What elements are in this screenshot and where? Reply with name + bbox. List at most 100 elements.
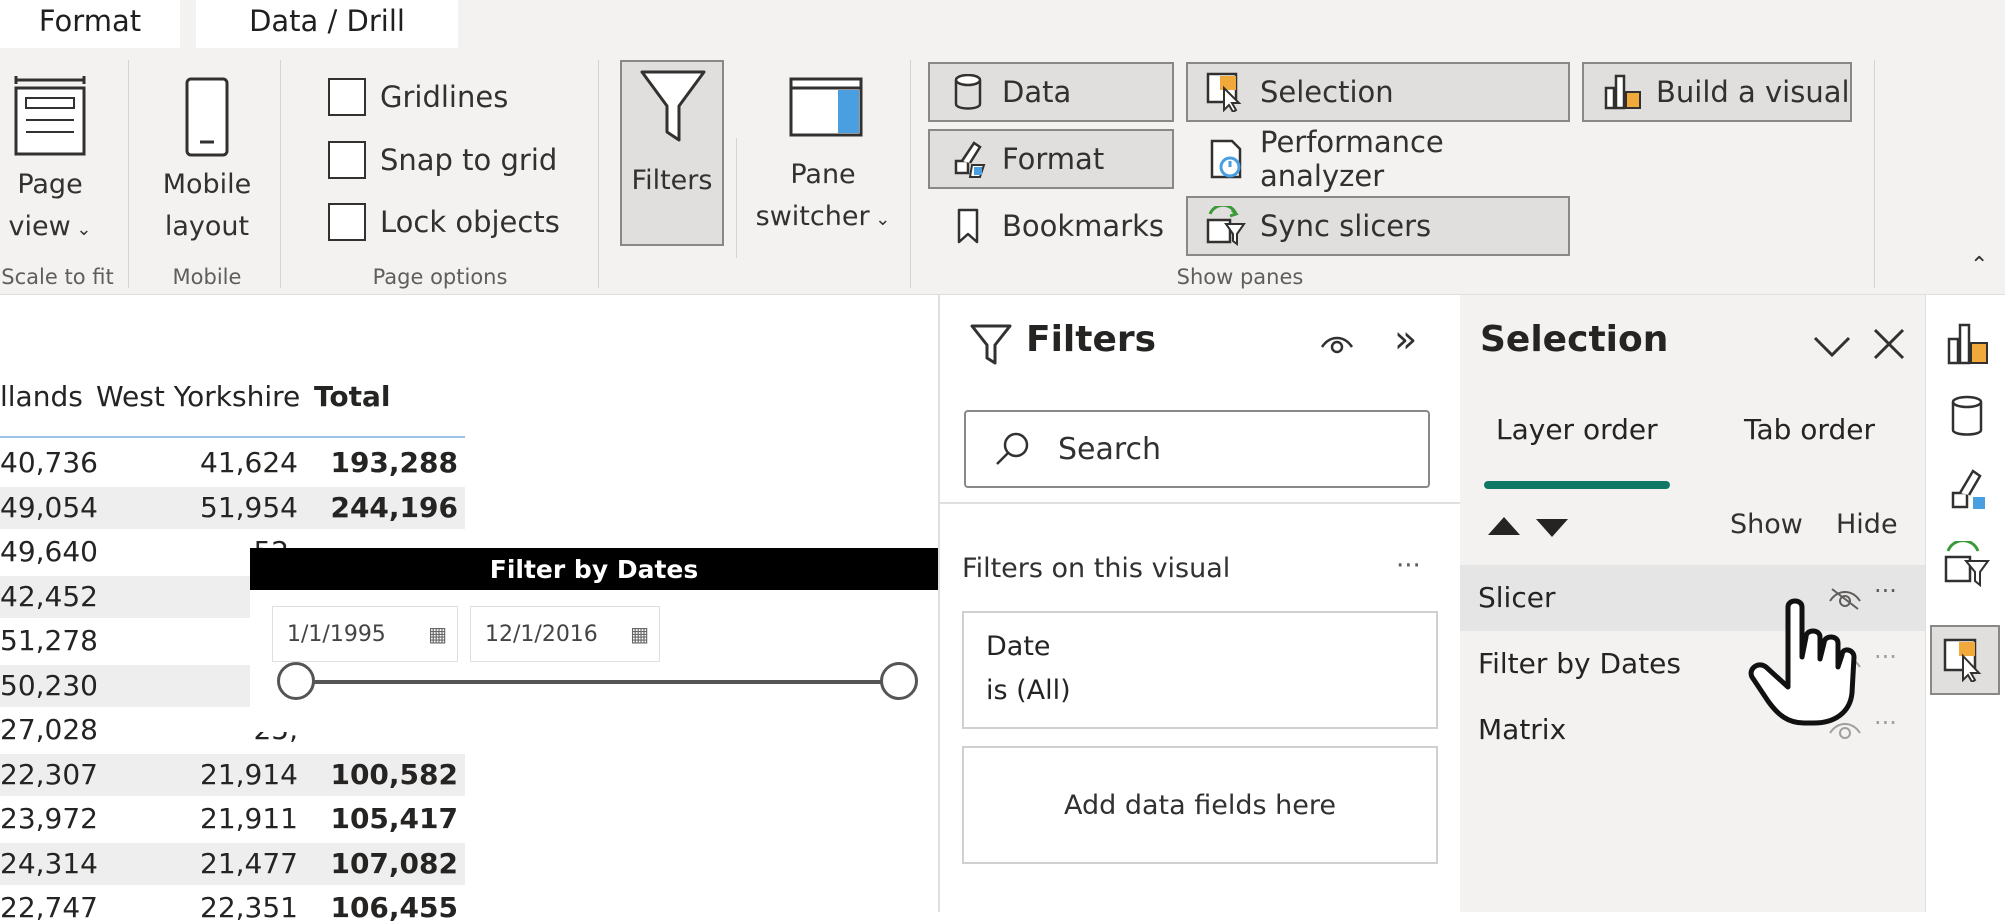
- ribbon-divider: [128, 60, 129, 288]
- matrix-cell: 41,624: [200, 446, 298, 479]
- tab-tab-order[interactable]: Tab order: [1744, 413, 1875, 446]
- matrix-total-cell: 105,417: [330, 802, 458, 835]
- sync-slicers-button[interactable]: Sync slicers: [1186, 196, 1570, 256]
- tab-layer-order[interactable]: Layer order: [1496, 413, 1658, 446]
- page-view-label-1: Page: [17, 169, 83, 200]
- group-label-show-panes: Show panes: [1176, 265, 1304, 289]
- report-canvas[interactable]: llands West Yorkshire Total 40,736 41,624…: [0, 295, 938, 924]
- filters-search-input[interactable]: Search: [964, 410, 1430, 488]
- hide-all-button[interactable]: Hide: [1836, 509, 1898, 540]
- more-options-icon[interactable]: ···: [1874, 577, 1897, 605]
- filters-pane-title: Filters: [1026, 319, 1157, 360]
- tab-data-drill-label: Data / Drill: [249, 4, 405, 38]
- matrix-total-cell: 193,288: [330, 446, 458, 479]
- move-down-icon[interactable]: [1534, 517, 1570, 539]
- matrix-cell: 21,911: [200, 802, 298, 835]
- selection-pane-label: Selection: [1260, 75, 1394, 109]
- pane-rail: [1925, 295, 2005, 912]
- more-options-icon[interactable]: ···: [1396, 551, 1421, 581]
- mobile-phone-icon: [185, 77, 229, 157]
- matrix-column-header: West Yorkshire: [96, 380, 301, 413]
- chevron-down-icon: ⌄: [70, 219, 92, 240]
- tab-data-drill[interactable]: Data / Drill: [196, 0, 458, 48]
- format-pane-button[interactable]: Format: [928, 129, 1174, 189]
- bookmarks-pane-button[interactable]: Bookmarks: [928, 196, 1174, 256]
- more-options-icon[interactable]: ···: [1874, 709, 1897, 737]
- slicer-start-date-value: 1/1/1995: [287, 621, 386, 647]
- paintbrush-rail-icon[interactable]: [1942, 465, 1992, 515]
- search-placeholder: Search: [1058, 431, 1162, 467]
- gridlines-checkbox[interactable]: [328, 78, 366, 116]
- date-slicer[interactable]: Filter by Dates 1/1/1995 ▦ 12/1/2016 ▦: [250, 548, 938, 732]
- matrix-cell: 21,477: [200, 846, 298, 880]
- tab-format[interactable]: Format: [0, 0, 180, 48]
- matrix-cell: 40,736: [0, 446, 98, 479]
- show-all-button[interactable]: Show: [1730, 509, 1803, 540]
- build-visual-button[interactable]: Build a visual: [1582, 62, 1852, 122]
- bookmark-icon: [948, 206, 988, 246]
- tab-format-label: Format: [38, 4, 142, 38]
- eye-icon[interactable]: [1320, 333, 1354, 355]
- add-data-fields-dropzone[interactable]: Add data fields here: [962, 746, 1438, 864]
- calendar-icon[interactable]: ▦: [428, 622, 447, 646]
- pane-switcher-button[interactable]: Pane switcher ⌄: [748, 76, 898, 246]
- snap-to-grid-checkbox[interactable]: [328, 141, 366, 179]
- slicer-end-date-input[interactable]: 12/1/2016 ▦: [470, 606, 660, 662]
- gridlines-label: Gridlines: [380, 80, 509, 114]
- collapse-ribbon-chevron-icon[interactable]: ⌃: [1970, 253, 1988, 278]
- mobile-layout-button[interactable]: Mobile layout: [142, 76, 272, 246]
- matrix-cell: 22,351: [200, 891, 298, 924]
- pane-switcher-label-2: switcher ⌄: [755, 201, 891, 232]
- collapse-pane-chevrons-icon[interactable]: »: [1394, 317, 1417, 361]
- selection-rail-icon[interactable]: [1930, 625, 2000, 695]
- slicer-title: Filter by Dates: [250, 548, 938, 590]
- matrix-total-cell: 244,196: [330, 490, 458, 524]
- matrix-cell: 51,954: [200, 490, 298, 524]
- matrix-column-header: llands: [0, 380, 83, 413]
- paintbrush-icon: [948, 139, 988, 179]
- calendar-icon[interactable]: ▦: [630, 622, 649, 646]
- move-up-icon[interactable]: [1486, 515, 1522, 537]
- page-view-button[interactable]: Page view ⌄: [0, 76, 100, 246]
- sync-slicers-rail-icon[interactable]: [1942, 539, 1992, 589]
- filters-on-visual-heading: Filters on this visual: [962, 553, 1231, 584]
- slicer-end-handle[interactable]: [880, 662, 918, 700]
- selection-pane-button[interactable]: Selection: [1186, 62, 1570, 122]
- performance-analyzer-button[interactable]: Performance analyzer: [1186, 125, 1570, 193]
- filters-toggle-label: Filters: [631, 165, 713, 196]
- ribbon-divider: [1874, 60, 1875, 288]
- chevron-down-icon[interactable]: [1812, 335, 1852, 359]
- close-icon[interactable]: [1872, 327, 1906, 361]
- page-view-label-2: view ⌄: [8, 211, 92, 242]
- data-pane-button[interactable]: Data: [928, 62, 1174, 122]
- lock-objects-checkbox[interactable]: [328, 203, 366, 241]
- ribbon-divider: [910, 60, 911, 288]
- format-pane-label: Format: [1002, 142, 1105, 176]
- filters-pane-toggle[interactable]: Filters: [620, 60, 724, 246]
- matrix-cell: 49,640: [0, 535, 98, 568]
- matrix-cell: 24,314: [0, 846, 98, 880]
- matrix-cell: 49,054: [0, 490, 98, 524]
- data-pane-label: Data: [1002, 75, 1072, 109]
- matrix-header-divider: [0, 436, 465, 438]
- matrix-cell: 22,747: [0, 891, 98, 924]
- ribbon-divider: [736, 138, 737, 258]
- search-icon: [996, 432, 1029, 465]
- slicer-start-handle[interactable]: [277, 662, 315, 700]
- matrix-total-cell: 107,082: [330, 846, 458, 880]
- matrix-cell: 27,028: [0, 713, 98, 746]
- matrix-cell: 42,452: [0, 579, 98, 613]
- selection-item-label: Matrix: [1478, 713, 1567, 746]
- filter-card-date[interactable]: Date is (All): [962, 611, 1438, 729]
- build-visual-rail-icon[interactable]: [1942, 319, 1992, 369]
- ribbon-divider: [280, 60, 281, 288]
- matrix-cell: 23,972: [0, 802, 98, 835]
- selection-pane: Selection Layer order Tab order Show Hid…: [1460, 295, 1925, 912]
- ribbon-divider: [598, 60, 599, 288]
- matrix-total-cell: 100,582: [330, 757, 458, 791]
- database-rail-icon[interactable]: [1942, 391, 1992, 441]
- slicer-start-date-input[interactable]: 1/1/1995 ▦: [272, 606, 458, 662]
- hand-cursor-icon: [1748, 598, 1857, 726]
- matrix-cell: 50,230: [0, 668, 98, 702]
- more-options-icon[interactable]: ···: [1874, 643, 1897, 671]
